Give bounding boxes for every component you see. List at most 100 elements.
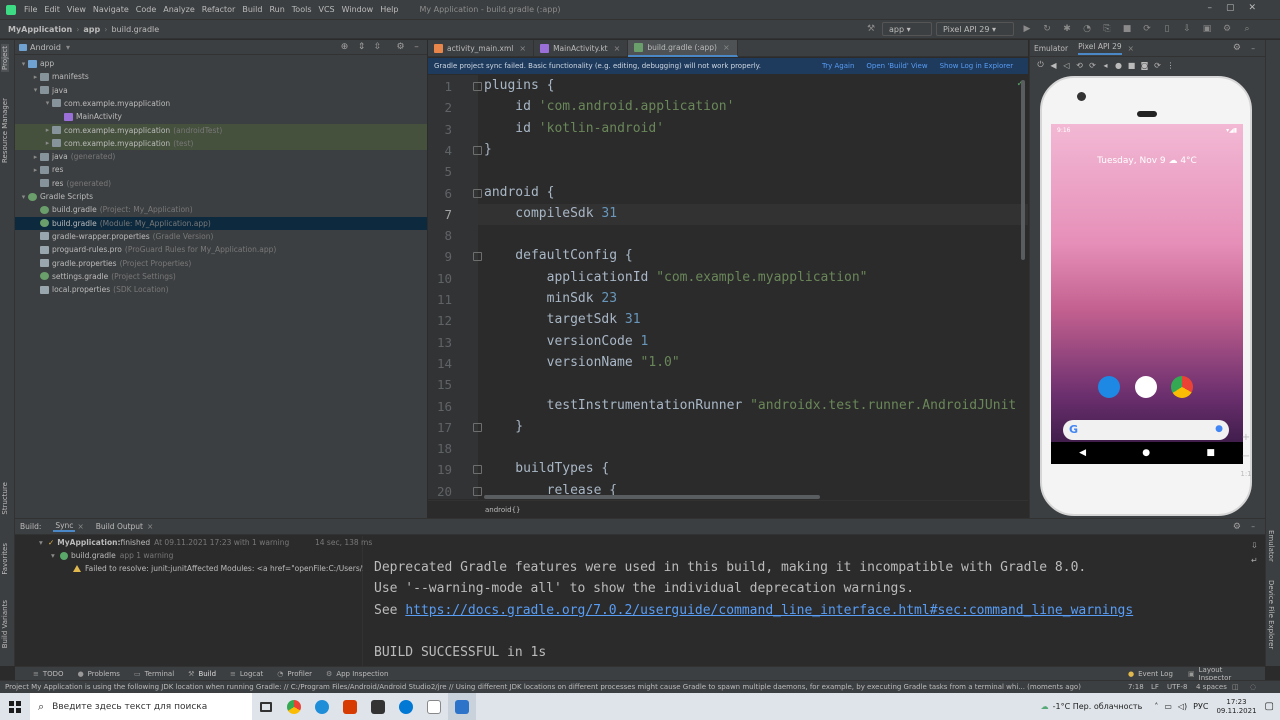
weather-text[interactable]: -1°C Пер. облачность: [1053, 702, 1143, 711]
menu-edit[interactable]: Edit: [44, 5, 60, 14]
expand-arrow-icon[interactable]: ▾: [19, 193, 28, 201]
file-encoding[interactable]: UTF-8: [1167, 683, 1187, 691]
docs-link[interactable]: https://docs.gradle.org/7.0.2/userguide/…: [405, 603, 1133, 618]
indent-setting[interactable]: 4 spaces: [1196, 683, 1227, 691]
gear-icon[interactable]: ⚙: [1233, 522, 1241, 532]
profile-icon[interactable]: ◔: [1080, 22, 1094, 36]
nav-back-icon[interactable]: ◀: [1079, 448, 1086, 458]
fold-marker-icon[interactable]: [473, 82, 482, 91]
project-tree-item[interactable]: ▸ manifests: [15, 70, 427, 83]
tool-profiler[interactable]: ◔ Profiler: [277, 670, 312, 678]
expand-arrow-icon[interactable]: ▾: [31, 86, 40, 94]
settings-icon[interactable]: ⚙: [1220, 22, 1234, 36]
layout-inspector-icon[interactable]: ▣: [1200, 22, 1214, 36]
android-studio-taskbar-icon[interactable]: [448, 693, 476, 720]
zoom-out-icon[interactable]: −: [1238, 451, 1254, 462]
fold-marker-icon[interactable]: [473, 252, 482, 262]
close-icon[interactable]: ×: [519, 44, 526, 53]
project-tree-item[interactable]: ▸ com.example.myapplication (test): [15, 136, 427, 150]
start-button[interactable]: [0, 693, 30, 720]
project-tree-item[interactable]: local.properties (SDK Location): [15, 283, 427, 296]
project-tree-item[interactable]: ▸ java (generated): [15, 150, 427, 163]
home-icon[interactable]: ●: [1112, 61, 1125, 70]
avd-manager-icon[interactable]: ▯: [1160, 22, 1174, 36]
editor-horizontal-scrollbar[interactable]: [484, 495, 820, 499]
tool-app-inspection[interactable]: ⚙ App Inspection: [326, 670, 388, 678]
project-tree-item[interactable]: build.gradle (Project: My_Application): [15, 203, 427, 216]
device-select[interactable]: Pixel API 29 ▾: [936, 22, 1014, 36]
menu-refactor[interactable]: Refactor: [202, 5, 236, 14]
emulator-device-tab[interactable]: Pixel API 29: [1078, 42, 1122, 55]
play-store-app-icon[interactable]: [1135, 376, 1157, 398]
menu-view[interactable]: View: [67, 5, 86, 14]
fold-marker-icon[interactable]: [473, 188, 482, 198]
build-output-console[interactable]: Deprecated Gradle features were used in …: [373, 536, 1253, 667]
project-tree-item[interactable]: ▸ res: [15, 163, 427, 176]
line-separator[interactable]: LF: [1151, 683, 1159, 691]
debug-icon[interactable]: ✱: [1060, 22, 1074, 36]
editor-breadcrumb-label[interactable]: android{}: [485, 506, 520, 514]
tool-build[interactable]: ⚒ Build: [188, 670, 216, 678]
task-view-icon[interactable]: [252, 693, 280, 720]
sync-gradle-icon[interactable]: ⟳: [1140, 22, 1154, 36]
stop-icon[interactable]: ■: [1120, 22, 1134, 36]
skype-taskbar-icon[interactable]: [392, 693, 420, 720]
expand-arrow-icon[interactable]: ▾: [43, 99, 52, 107]
chrome-taskbar-icon[interactable]: [280, 693, 308, 720]
tool-logcat[interactable]: ≡ Logcat: [230, 670, 263, 678]
hide-panel-icon[interactable]: –: [1251, 522, 1255, 531]
code-editor[interactable]: 1 2 3 4 5 6 7 8 9 10 11 12 13 14 15 16 17 18 19 20 plugins …: [428, 75, 1028, 499]
caret-position[interactable]: 7:18: [1128, 683, 1144, 691]
fold-marker-icon[interactable]: [473, 145, 482, 155]
mic-icon[interactable]: ●: [1215, 424, 1223, 434]
build-tree-module[interactable]: ▾ build.gradle app 1 warning: [51, 551, 173, 560]
menu-window[interactable]: Window: [342, 5, 374, 14]
date-weather-widget[interactable]: Tuesday, Nov 9 ☁ 4°C: [1051, 156, 1243, 166]
zoom-in-icon[interactable]: +: [1238, 432, 1254, 443]
tool-tab-device-file-explorer[interactable]: Device File Explorer: [1267, 580, 1275, 649]
expand-arrow-icon[interactable]: ▸: [43, 126, 52, 134]
project-tree-item[interactable]: settings.gradle (Project Settings): [15, 270, 427, 283]
expand-all-icon[interactable]: ⇕: [356, 42, 367, 53]
build-tab-output[interactable]: Build Output: [94, 522, 145, 531]
tool-tab-structure[interactable]: Structure: [1, 482, 9, 515]
notifications-icon[interactable]: ▢: [1265, 701, 1274, 712]
fold-marker-icon[interactable]: [473, 486, 482, 496]
apply-changes-icon[interactable]: ↻: [1040, 22, 1054, 36]
breadcrumb-file[interactable]: build.gradle: [107, 25, 163, 34]
volume-icon[interactable]: ◁): [1178, 702, 1187, 711]
nav-home-icon[interactable]: ●: [1142, 448, 1150, 458]
menu-tools[interactable]: Tools: [292, 5, 312, 14]
menu-analyze[interactable]: Analyze: [163, 5, 195, 14]
tool-event-log[interactable]: ● Event Log: [1128, 670, 1173, 678]
fold-marker-icon[interactable]: [473, 465, 482, 475]
expand-arrow-icon[interactable]: ▸: [43, 139, 52, 147]
project-view-select[interactable]: Android: [30, 43, 61, 52]
snapshot-icon[interactable]: ⟳: [1151, 61, 1164, 70]
run-config-select[interactable]: app ▾: [882, 22, 932, 36]
editor-tab[interactable]: MainActivity.kt ×: [534, 39, 629, 57]
taskbar-search[interactable]: ⌕ Введите здесь текст для поиска: [30, 693, 252, 720]
menu-run[interactable]: Run: [269, 5, 284, 14]
tool-problems[interactable]: ● Problems: [78, 670, 120, 678]
attach-debugger-icon[interactable]: ⎘: [1100, 22, 1114, 36]
project-tree-item[interactable]: MainActivity: [15, 110, 427, 123]
breadcrumb-module[interactable]: app: [79, 25, 104, 34]
emulator-screen[interactable]: 9:16 ▾◢▮ Tuesday, Nov 9 ☁ 4°C G ● ◀ ● ■: [1051, 124, 1243, 464]
expand-arrow-icon[interactable]: ▸: [31, 153, 40, 161]
project-tree-item[interactable]: res (generated): [15, 177, 427, 190]
status-message[interactable]: Project My Application is using the foll…: [5, 683, 1120, 691]
search-everywhere-icon[interactable]: ⌕: [1240, 22, 1254, 36]
menu-vcs[interactable]: VCS: [319, 5, 335, 14]
breadcrumb-project[interactable]: MyApplication: [0, 25, 76, 34]
menu-code[interactable]: Code: [136, 5, 156, 14]
memory-icon[interactable]: ◌: [1250, 683, 1256, 691]
open-build-view-link[interactable]: Open 'Build' View: [866, 62, 927, 70]
app-taskbar-icon[interactable]: [364, 693, 392, 720]
scroll-to-end-icon[interactable]: ⇩: [1251, 541, 1261, 550]
office-taskbar-icon[interactable]: [336, 693, 364, 720]
locate-icon[interactable]: ⊕: [339, 42, 350, 53]
power-icon[interactable]: ⏻: [1034, 60, 1047, 70]
build-tab-sync[interactable]: Sync: [53, 521, 76, 532]
close-icon[interactable]: ×: [77, 522, 83, 531]
